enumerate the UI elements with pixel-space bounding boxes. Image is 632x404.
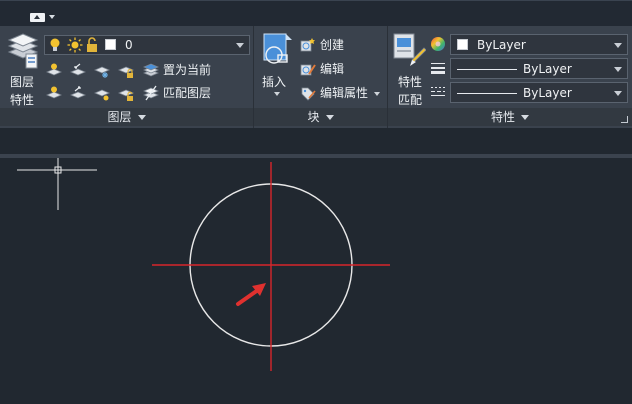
- layer-freeze-icon[interactable]: [94, 62, 110, 78]
- caret-down-icon: [49, 15, 55, 19]
- lineweight-value: ByLayer: [523, 62, 572, 76]
- linetype-preview: [457, 93, 517, 94]
- layer-unlock-icon[interactable]: [118, 85, 134, 101]
- edit-attributes-caret-icon[interactable]: [374, 92, 380, 96]
- layer-dropdown[interactable]: 0: [44, 35, 250, 55]
- annotation-arrow-icon: [236, 283, 266, 306]
- properties-panel-title[interactable]: 特性: [388, 108, 632, 126]
- quick-access-menu-button[interactable]: [30, 12, 58, 24]
- lightbulb-icon: [50, 38, 60, 51]
- match-properties-button[interactable]: 特性 匹配: [392, 30, 428, 107]
- current-layer-value: 0: [125, 38, 133, 52]
- top-border: [0, 0, 632, 1]
- match-properties-label-1: 特性: [398, 75, 423, 89]
- insert-label: 插入: [262, 75, 287, 89]
- create-block-icon[interactable]: [300, 37, 316, 53]
- create-block-label[interactable]: 创建: [320, 37, 344, 53]
- chevron-down-icon: [236, 43, 244, 48]
- panel-launcher-icon[interactable]: [621, 116, 628, 123]
- match-properties-icon: [393, 33, 426, 66]
- properties-panel-title-text: 特性: [490, 110, 515, 124]
- triangle-down-icon: [325, 115, 334, 120]
- layer-unisolate-icon[interactable]: [70, 85, 86, 101]
- ribbon: 图层 特性 0 置为当前 匹配图层 图层 插入 创建 编辑 编辑属性 块 特性 …: [0, 26, 632, 128]
- sun-icon: [67, 37, 83, 53]
- linetype-dropdown[interactable]: ByLayer: [450, 82, 628, 103]
- unlock-icon: [87, 37, 97, 52]
- workspace-icon: [30, 13, 45, 22]
- drawing-canvas[interactable]: [0, 158, 632, 404]
- properties-panel: 特性 匹配 ByLayer ByLayer ByLayer 特性: [388, 26, 632, 128]
- linetype-icon: [431, 87, 445, 96]
- layer-color-swatch: [105, 39, 116, 50]
- layer-properties-label-2: 特性: [10, 93, 35, 107]
- edit-attributes-label[interactable]: 编辑属性: [320, 85, 368, 101]
- cursor-crosshair: [17, 158, 97, 210]
- block-panel-title[interactable]: 块: [254, 108, 387, 126]
- layers-panel-title[interactable]: 图层: [0, 108, 253, 126]
- layers-panel: 图层 特性 0 置为当前 匹配图层 图层: [0, 26, 254, 128]
- triangle-down-icon: [521, 115, 529, 120]
- color-dropdown[interactable]: ByLayer: [450, 34, 628, 55]
- match-layer-label[interactable]: 匹配图层: [163, 85, 211, 101]
- match-properties-label-2: 匹配: [398, 93, 423, 107]
- layer-lock-icon[interactable]: [118, 62, 134, 78]
- edit-attributes-icon[interactable]: [300, 85, 316, 101]
- layers-panel-title-text: 图层: [107, 110, 132, 124]
- block-panel-title-text: 块: [307, 110, 320, 124]
- triangle-down-icon: [137, 115, 146, 120]
- quick-access-bar: [0, 0, 632, 26]
- edit-block-label[interactable]: 编辑: [320, 61, 344, 77]
- layer-isolate-icon[interactable]: [70, 62, 86, 78]
- make-current-label[interactable]: 置为当前: [163, 62, 211, 78]
- insert-block-icon: [263, 33, 292, 64]
- color-value: ByLayer: [477, 38, 526, 52]
- insert-caret-icon: [274, 92, 280, 96]
- layer-stack-icon: [7, 33, 39, 69]
- color-wheel-icon: [431, 37, 445, 51]
- linetype-value: ByLayer: [523, 86, 572, 100]
- chevron-down-icon: [614, 91, 622, 96]
- edit-block-icon[interactable]: [300, 61, 316, 77]
- chevron-down-icon: [614, 43, 622, 48]
- insert-block-button[interactable]: 插入: [258, 30, 294, 102]
- tab-strip: [0, 128, 632, 154]
- color-swatch: [457, 39, 468, 50]
- lineweight-icon: [431, 63, 445, 74]
- drawing-svg: [17, 158, 390, 371]
- layer-properties-label-1: 图层: [10, 75, 35, 89]
- layer-on-icon[interactable]: [46, 85, 62, 101]
- lineweight-preview: [457, 69, 517, 70]
- block-panel: 插入 创建 编辑 编辑属性 块: [254, 26, 388, 128]
- make-current-icon[interactable]: [143, 62, 159, 78]
- layer-thaw-icon[interactable]: [94, 85, 110, 101]
- match-layer-icon[interactable]: [143, 85, 159, 101]
- layer-properties-button[interactable]: 图层 特性: [6, 30, 40, 107]
- chevron-down-icon: [614, 67, 622, 72]
- layer-off-icon[interactable]: [46, 62, 62, 78]
- lineweight-dropdown[interactable]: ByLayer: [450, 58, 628, 79]
